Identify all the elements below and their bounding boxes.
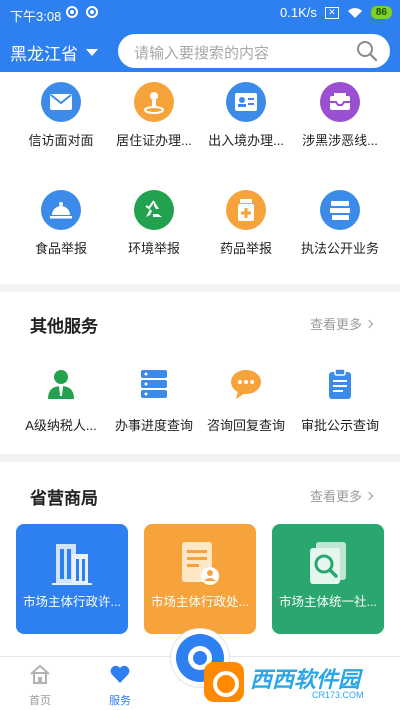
view-more-link[interactable]: 查看更多	[309, 486, 374, 505]
grid-item-label: 执法公开业务	[300, 241, 379, 256]
view-more-label: 查看更多	[309, 489, 362, 504]
watermark-badge-icon	[204, 662, 244, 702]
food-cloche-icon	[41, 190, 81, 230]
status-notification-icons	[66, 6, 98, 18]
grid-item-environment-report[interactable]: 环境举报	[104, 190, 204, 257]
grid-item-label: 涉黑涉恶线...	[302, 133, 378, 148]
tile-label: 市场主体统一社...	[279, 595, 377, 609]
tile-label: 市场主体行政处...	[151, 595, 249, 609]
region-label: 黑龙江省	[10, 45, 78, 64]
taxpayer-person-icon	[48, 370, 74, 399]
grid-item-label: 环境举报	[127, 241, 180, 256]
heart-icon	[110, 665, 130, 683]
service-taxpayer[interactable]: A级纳税人...	[11, 368, 111, 434]
mail-icon	[41, 82, 81, 122]
service-label: 办事进度查询	[114, 418, 193, 433]
chat-bubble-icon	[231, 370, 261, 399]
recycle-icon	[134, 190, 174, 230]
section-title: 省营商局	[30, 489, 98, 508]
document-search-icon	[310, 542, 346, 584]
region-selector[interactable]: 黑龙江省	[10, 40, 98, 65]
chevron-right-icon	[364, 319, 374, 328]
nav-label: 服务	[109, 695, 131, 707]
network-speed: 0.1K/s	[280, 5, 317, 20]
notification-dot-icon	[66, 6, 78, 18]
building-icon	[52, 544, 92, 585]
tile-administrative-license[interactable]: 市场主体行政许...	[16, 524, 128, 634]
service-consult-reply[interactable]: 咨询回复查询	[196, 368, 296, 434]
chevron-right-icon	[364, 491, 374, 500]
person-pin-icon	[134, 82, 174, 122]
grid-item-anti-crime[interactable]: 涉黑涉恶线...	[290, 82, 390, 149]
service-label: 审批公示查询	[300, 418, 379, 433]
notification-dot-icon	[86, 6, 98, 18]
grid-item-label: 信访面对面	[28, 133, 94, 148]
grid-item-label: 出入境办理...	[208, 133, 284, 148]
caret-down-icon	[86, 49, 98, 56]
search-icon[interactable]	[356, 40, 378, 62]
watermark-logo: 西西软件园 CR173.COM	[204, 660, 394, 704]
grid-item-residence-permit[interactable]: 居住证办理...	[104, 82, 204, 149]
inbox-icon	[320, 82, 360, 122]
server-list-icon	[141, 370, 167, 398]
view-more-link[interactable]: 查看更多	[309, 314, 374, 333]
document-user-icon	[182, 542, 219, 585]
status-bar: 下午3:08 0.1K/s ✕ 86	[0, 0, 400, 26]
grid-item-petition[interactable]: 信访面对面	[11, 82, 111, 149]
section-title: 其他服务	[30, 317, 98, 336]
clipboard-icon	[329, 368, 351, 399]
grid-item-food-report[interactable]: 食品举报	[11, 190, 111, 257]
grid-item-drug-report[interactable]: 药品举报	[196, 190, 296, 257]
grid-item-label: 药品举报	[219, 241, 272, 256]
service-approval-notice[interactable]: 审批公示查询	[290, 368, 390, 434]
service-progress-query[interactable]: 办事进度查询	[104, 368, 204, 434]
medicine-icon	[226, 190, 266, 230]
books-icon	[320, 190, 360, 230]
grid-item-exit-entry[interactable]: 出入境办理...	[196, 82, 296, 149]
home-icon	[30, 664, 50, 684]
search-input[interactable]: 请输入要搜索的内容	[118, 34, 390, 68]
id-card-icon	[226, 82, 266, 122]
grid-item-label: 居住证办理...	[116, 133, 192, 148]
tile-label: 市场主体行政许...	[23, 595, 121, 609]
search-placeholder: 请输入要搜索的内容	[134, 45, 270, 62]
service-label: 咨询回复查询	[206, 418, 285, 433]
status-right: 0.1K/s ✕ 86	[280, 5, 392, 20]
grid-item-law-enforcement[interactable]: 执法公开业务	[290, 190, 390, 257]
nav-services[interactable]: 服务	[90, 663, 150, 708]
quick-services-card: 信访面对面 居住证办理... 出入境办理... 涉黑涉恶线... 食品举报 环境…	[0, 72, 400, 284]
tile-administrative-penalty[interactable]: 市场主体行政处...	[144, 524, 256, 634]
tile-unified-social-credit[interactable]: 市场主体统一社...	[272, 524, 384, 634]
other-services-section: 其他服务 查看更多 A级纳税人... 办事进度查询 咨询回复查询 审批公示查询	[0, 292, 400, 454]
sim-off-icon: ✕	[324, 6, 339, 19]
wifi-icon	[347, 7, 362, 18]
nav-home[interactable]: 首页	[10, 663, 70, 708]
status-time: 下午3:08	[10, 9, 62, 24]
service-label: A级纳税人...	[25, 418, 97, 433]
grid-item-label: 食品举报	[34, 241, 87, 256]
watermark-url: CR173.COM	[312, 690, 364, 700]
view-more-label: 查看更多	[309, 317, 362, 332]
nav-label: 首页	[29, 695, 51, 707]
battery-indicator: 86	[370, 6, 392, 19]
